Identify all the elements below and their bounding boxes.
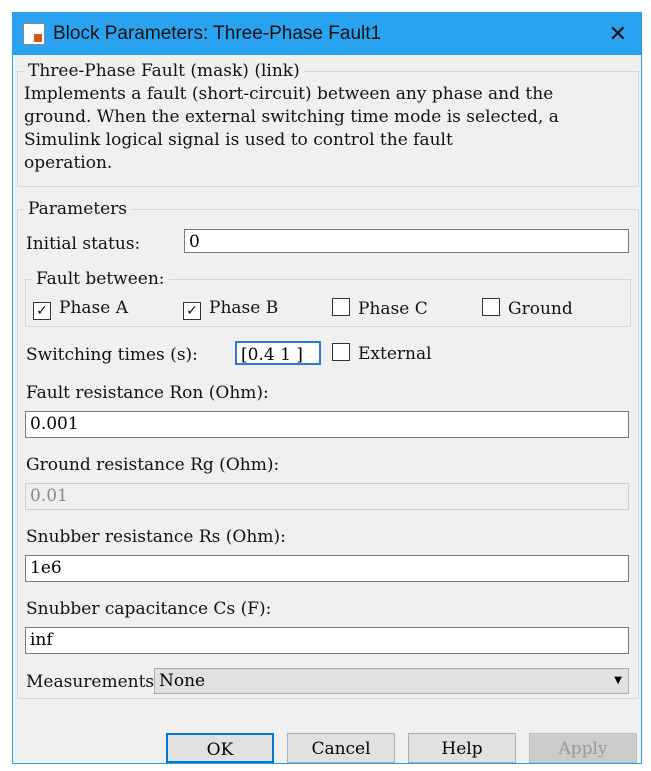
ground-label: Ground (508, 299, 573, 319)
window-title: Block Parameters: Three-Phase Fault1 (53, 23, 382, 44)
rg-input: 0.01 (25, 483, 629, 510)
phase-a-label: Phase A (59, 298, 128, 318)
ground-checkbox[interactable]: Ground (482, 298, 573, 319)
ron-label: Fault resistance Ron (Ohm): (26, 383, 269, 403)
initial-status-label: Initial status: (26, 234, 141, 254)
phase-c-label: Phase C (358, 299, 428, 319)
desc-line: ground. When the external switching time… (24, 107, 559, 127)
phase-c-checkbox[interactable]: Phase C (332, 298, 428, 319)
mask-group: Three-Phase Fault (mask) (link) Implemen… (17, 61, 639, 187)
close-icon[interactable]: ✕ (609, 21, 627, 47)
title-bar: Block Parameters: Three-Phase Fault1 ✕ (13, 13, 641, 55)
measurements-value: None (159, 671, 206, 691)
checkbox-unchecked-icon (332, 343, 350, 361)
desc-line: Simulink logical signal is used to contr… (24, 130, 453, 150)
desc-line: operation. (24, 153, 113, 173)
phase-b-label: Phase B (209, 298, 279, 318)
checkbox-checked-icon: ✓ (33, 302, 51, 320)
switching-times-label: Switching times (s): (26, 345, 198, 365)
dropdown-arrow-icon: ▼ (614, 675, 622, 686)
desc-line: Implements a fault (short-circuit) betwe… (24, 84, 554, 104)
cancel-button[interactable]: Cancel (287, 733, 395, 763)
apply-button: Apply (529, 733, 637, 763)
cs-label: Snubber capacitance Cs (F): (26, 599, 272, 619)
external-label: External (358, 344, 432, 364)
ok-button[interactable]: OK (166, 733, 274, 763)
measurements-label: Measurements (26, 672, 155, 692)
mask-legend: Three-Phase Fault (mask) (link) (28, 61, 300, 81)
help-button[interactable]: Help (408, 733, 516, 763)
mask-description: Implements a fault (short-circuit) betwe… (18, 81, 638, 175)
initial-status-input[interactable]: 0 (184, 229, 629, 253)
block-parameters-dialog: Block Parameters: Three-Phase Fault1 ✕ T… (12, 12, 642, 764)
fault-between-legend: Fault between: (36, 269, 165, 289)
checkbox-unchecked-icon (332, 298, 350, 316)
measurements-select[interactable]: None ▼ (154, 668, 629, 694)
phase-a-checkbox[interactable]: ✓ Phase A (33, 298, 128, 320)
parameters-legend: Parameters (28, 199, 127, 219)
simulink-block-icon (23, 23, 45, 45)
phase-b-checkbox[interactable]: ✓ Phase B (183, 298, 278, 320)
checkbox-checked-icon: ✓ (183, 302, 201, 320)
checkbox-unchecked-icon (482, 298, 500, 316)
external-checkbox[interactable]: External (332, 343, 432, 364)
switching-times-input[interactable]: [0.4 1 ] (235, 341, 321, 365)
cs-input[interactable]: inf (25, 627, 629, 654)
ron-input[interactable]: 0.001 (25, 411, 629, 438)
rg-label: Ground resistance Rg (Ohm): (26, 455, 280, 475)
rs-input[interactable]: 1e6 (25, 555, 629, 582)
rs-label: Snubber resistance Rs (Ohm): (26, 527, 286, 547)
